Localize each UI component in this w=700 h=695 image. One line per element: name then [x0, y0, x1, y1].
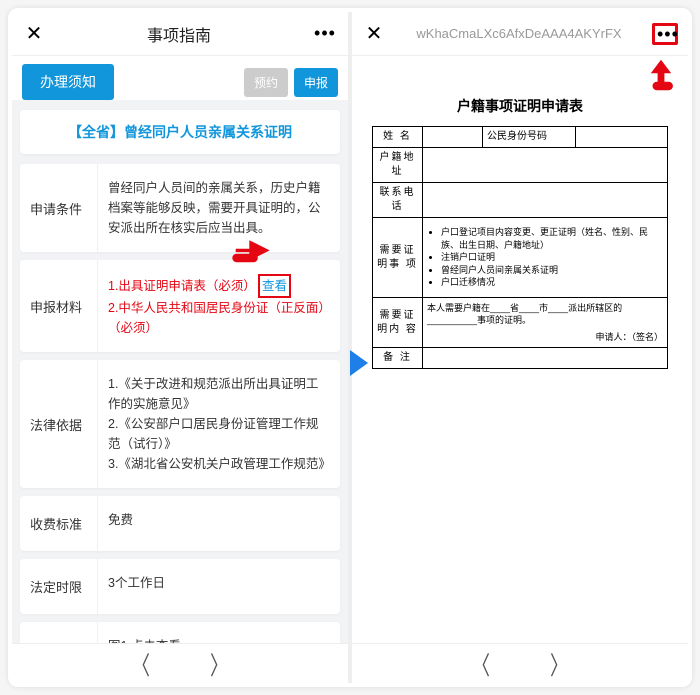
- more-icon[interactable]: •••: [652, 23, 678, 45]
- cell-remark-label: 备 注: [373, 348, 423, 369]
- cell-id-label: 公民身份号码: [483, 127, 576, 148]
- need-item: 户口迁移情况: [441, 276, 663, 289]
- material-line-1: 1.出具证明申请表（必须）: [108, 279, 256, 293]
- content-sign: 申请人：（签名）: [427, 331, 663, 344]
- doc-title: 户籍事项证明申请表: [372, 96, 668, 116]
- row-label: 流程图: [20, 622, 98, 643]
- more-icon[interactable]: •••: [312, 23, 338, 44]
- row-value: 免费: [98, 496, 340, 551]
- right-header: ✕ wKhaCmaLXc6AfxDeAAA4AKYrFX •••: [352, 12, 688, 56]
- instruction-button[interactable]: 办理须知: [22, 64, 114, 100]
- row-value: 1.出具证明申请表（必须）查看 2.中华人民共和国居民身份证（正反面）（必须）: [98, 260, 340, 352]
- nav-back-icon[interactable]: 〈: [472, 645, 490, 681]
- nav-forward-icon[interactable]: 〉: [210, 645, 228, 681]
- action-bar: 办理须知 预约 申报: [12, 56, 348, 100]
- footer-nav: 〈 〉: [12, 643, 348, 683]
- cell-name-label: 姓 名: [373, 127, 423, 148]
- row-conditions: 申请条件 曾经同户人员间的亲属关系，历史户籍档案等能够反映，需要开具证明的，公安…: [20, 164, 340, 252]
- content-line-2: __________事项的证明。: [427, 314, 663, 327]
- cell-content-body: 本人需要户籍在____省____市____派出所辖区的 __________事项…: [423, 298, 668, 348]
- row-legal: 法律依据 1.《关于改进和规范派出所出具证明工作的实施意见》 2.《公安部户口居…: [20, 360, 340, 488]
- page-title: 事项指南: [46, 22, 312, 46]
- nav-back-icon[interactable]: 〈: [132, 645, 150, 681]
- row-label: 法律依据: [20, 360, 98, 488]
- row-value: 3个工作日: [98, 559, 340, 614]
- cell-content-label: 需要证明内 容: [373, 298, 423, 348]
- cell-phone-label: 联系电话: [373, 183, 423, 218]
- footer-nav: 〈 〉: [352, 643, 688, 683]
- row-value: 1.《关于改进和规范派出所出具证明工作的实施意见》 2.《公安部户口居民身份证管…: [98, 360, 340, 488]
- pointer-hand-icon: [640, 58, 682, 92]
- row-label: 法定时限: [20, 559, 98, 614]
- item-name: 曾经同户人员亲属关系证明: [124, 124, 292, 140]
- row-label: 申请条件: [20, 164, 98, 252]
- close-icon[interactable]: ✕: [362, 21, 386, 46]
- row-fee: 收费标准 免费: [20, 496, 340, 551]
- right-phone: ✕ wKhaCmaLXc6AfxDeAAA4AKYrFX ••• 户籍事项证明申…: [350, 12, 688, 683]
- left-phone: ✕ 事项指南 ••• 办理须知 预约 申报 【全省】曾经同户人员亲属关系证明 申…: [12, 12, 350, 683]
- reserve-button[interactable]: 预约: [244, 68, 288, 97]
- view-link[interactable]: 查看: [258, 274, 291, 298]
- cell-need-label: 需要证明事 项: [373, 218, 423, 298]
- row-label: 申报材料: [20, 260, 98, 352]
- cell-need-items: 户口登记项目内容变更、更正证明（姓名、性别、民族、出生日期、户籍地址） 注销户口…: [423, 218, 668, 298]
- page-title: wKhaCmaLXc6AfxDeAAA4AKYrFX: [386, 26, 652, 41]
- submit-button[interactable]: 申报: [294, 68, 338, 97]
- need-item: 曾经同户人员间亲属关系证明: [441, 264, 663, 277]
- nav-forward-icon[interactable]: 〉: [550, 645, 568, 681]
- pointer-hand-icon: [230, 230, 272, 264]
- row-materials: 申报材料 1.出具证明申请表（必须）查看 2.中华人民共和国居民身份证（正反面）…: [20, 260, 340, 352]
- row-time: 法定时限 3个工作日: [20, 559, 340, 614]
- left-header: ✕ 事项指南 •••: [12, 12, 348, 56]
- row-value: 曾经同户人员间的亲属关系，历史户籍档案等能够反映，需要开具证明的，公安派出所在核…: [98, 164, 340, 252]
- content-line-1: 本人需要户籍在____省____市____派出所辖区的: [427, 302, 663, 315]
- scope-tag: 【全省】: [68, 124, 124, 140]
- need-item: 注销户口证明: [441, 251, 663, 264]
- material-line-2: 2.中华人民共和国居民身份证（正反面）（必须）: [108, 301, 325, 335]
- cell-addr-label: 户籍地址: [373, 148, 423, 183]
- document-viewer[interactable]: 户籍事项证明申请表 姓 名 公民身份号码 户籍地址 联系电话 需要证明事: [352, 56, 688, 643]
- row-label: 收费标准: [20, 496, 98, 551]
- row-value[interactable]: 图1 点击查看: [98, 622, 340, 643]
- row-flow: 流程图 图1 点击查看: [20, 622, 340, 643]
- next-step-arrow-icon: [346, 348, 370, 378]
- need-item: 户口登记项目内容变更、更正证明（姓名、性别、民族、出生日期、户籍地址）: [441, 226, 663, 251]
- content-scroll[interactable]: 【全省】曾经同户人员亲属关系证明 申请条件 曾经同户人员间的亲属关系，历史户籍档…: [12, 100, 348, 643]
- close-icon[interactable]: ✕: [22, 21, 46, 46]
- item-banner: 【全省】曾经同户人员亲属关系证明: [20, 110, 340, 154]
- form-table: 姓 名 公民身份号码 户籍地址 联系电话 需要证明事 项: [372, 126, 668, 369]
